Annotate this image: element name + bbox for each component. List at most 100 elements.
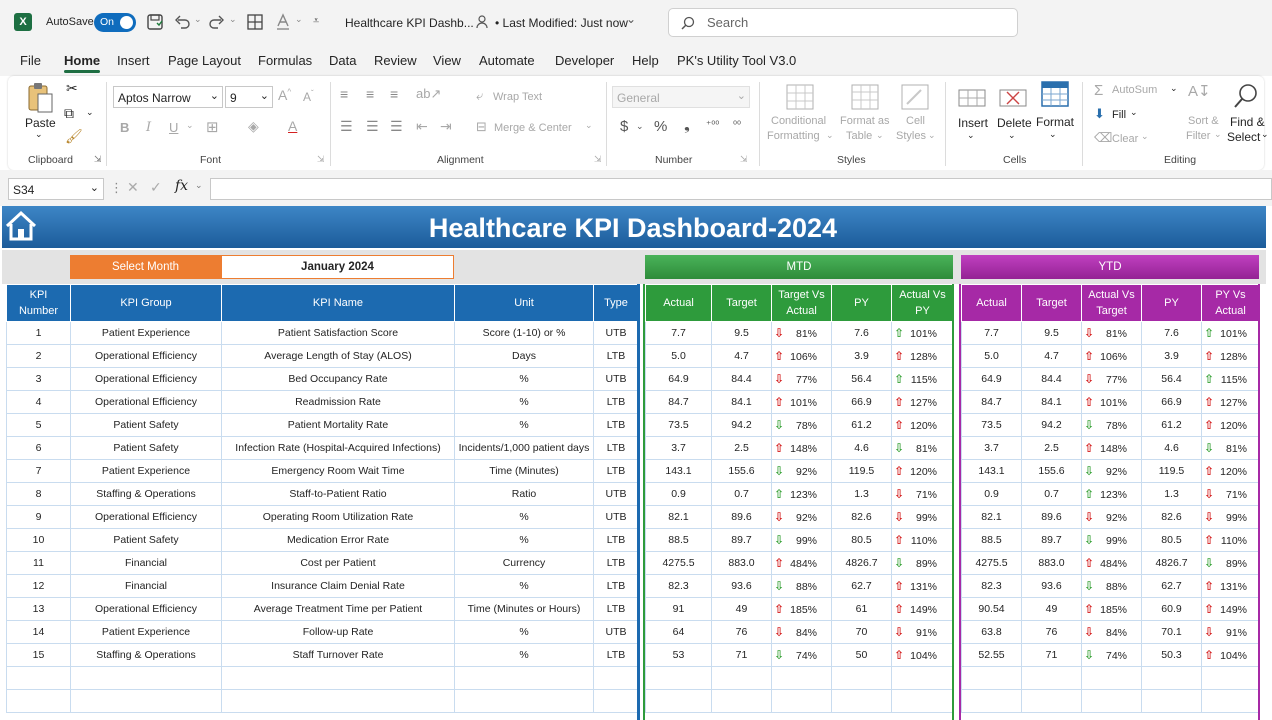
tab-home[interactable]: Home: [64, 53, 100, 68]
unit-cell[interactable]: %: [454, 620, 594, 644]
ytd-py-vs-actual-cell[interactable]: ⇧ 131%: [1201, 574, 1260, 598]
type-cell[interactable]: LTB: [593, 436, 639, 460]
delete-button[interactable]: Delete: [997, 116, 1032, 130]
conditional-formatting-icon[interactable]: [786, 84, 814, 110]
align-right-icon[interactable]: ☰: [390, 118, 403, 135]
quick-dropdown-icon[interactable]: ⌄: [295, 14, 303, 25]
mtd-actual-cell[interactable]: 4275.5: [645, 551, 712, 575]
kpi-number-cell[interactable]: 15: [6, 643, 71, 667]
format-table-dropdown-icon[interactable]: ⌄: [876, 130, 884, 141]
kpi-number-cell[interactable]: 2: [6, 344, 71, 368]
mtd-target-cell[interactable]: 93.6: [711, 574, 772, 598]
mtd-target-vs-actual-cell[interactable]: ⇩ 78%: [771, 413, 832, 437]
ytd-py-cell[interactable]: 7.6: [1141, 321, 1202, 345]
ytd-actual-cell[interactable]: 3.7: [961, 436, 1022, 460]
ytd-py-vs-actual-cell[interactable]: ⇧ 149%: [1201, 597, 1260, 621]
align-middle-icon[interactable]: ≡: [366, 86, 374, 102]
mtd-actual-cell[interactable]: 88.5: [645, 528, 712, 552]
mtd-target-vs-actual-cell[interactable]: ⇩ 77%: [771, 367, 832, 391]
mtd-target-vs-actual-cell[interactable]: ⇩ 84%: [771, 620, 832, 644]
ytd-py-cell[interactable]: 60.9: [1141, 597, 1202, 621]
mtd-py-cell[interactable]: 61.2: [831, 413, 892, 437]
unit-cell[interactable]: %: [454, 528, 594, 552]
kpi-group-cell[interactable]: Staffing & Operations: [70, 482, 222, 506]
mtd-actual-vs-py-cell[interactable]: ⇧ 110%: [891, 528, 954, 552]
percent-icon[interactable]: %: [654, 118, 667, 135]
tab-help[interactable]: Help: [632, 53, 659, 68]
cell-styles-button[interactable]: Cell: [906, 115, 925, 127]
font-size-select[interactable]: 9 ⌄: [225, 86, 273, 108]
name-box[interactable]: S34 ⌄: [8, 178, 104, 200]
format-as-table-icon[interactable]: [851, 84, 879, 110]
mtd-actual-vs-py-cell[interactable]: ⇩ 91%: [891, 620, 954, 644]
currency-dropdown-icon[interactable]: ⌄: [636, 121, 644, 132]
mtd-actual-cell[interactable]: 82.3: [645, 574, 712, 598]
tab-pk-utility[interactable]: PK's Utility Tool V3.0: [677, 53, 796, 68]
mtd-actual-cell[interactable]: 53: [645, 643, 712, 667]
kpi-number-cell[interactable]: 4: [6, 390, 71, 414]
kpi-number-cell[interactable]: 13: [6, 597, 71, 621]
fill-button[interactable]: Fill: [1112, 109, 1126, 121]
mtd-target-vs-actual-cell[interactable]: ⇧ 123%: [771, 482, 832, 506]
kpi-name-cell[interactable]: Insurance Claim Denial Rate: [221, 574, 455, 598]
mtd-target-cell[interactable]: 89.7: [711, 528, 772, 552]
ytd-py-cell[interactable]: 62.7: [1141, 574, 1202, 598]
font-color-icon[interactable]: A: [288, 118, 297, 134]
ytd-actual-vs-target-cell[interactable]: ⇩ 99%: [1081, 528, 1142, 552]
ytd-py-vs-actual-cell[interactable]: ⇩ 91%: [1201, 620, 1260, 644]
number-format-select[interactable]: General ⌄: [612, 86, 750, 108]
save-icon[interactable]: [146, 13, 164, 31]
type-cell[interactable]: LTB: [593, 413, 639, 437]
ytd-actual-cell[interactable]: 82.1: [961, 505, 1022, 529]
unit-cell[interactable]: %: [454, 367, 594, 391]
cut-icon[interactable]: ✂: [66, 80, 78, 97]
mtd-actual-cell[interactable]: 64.9: [645, 367, 712, 391]
empty-cell[interactable]: [1201, 666, 1260, 690]
sort-filter-button[interactable]: Sort &: [1188, 115, 1219, 127]
empty-cell[interactable]: [711, 666, 772, 690]
ytd-actual-cell[interactable]: 7.7: [961, 321, 1022, 345]
ytd-actual-vs-target-cell[interactable]: ⇧ 106%: [1081, 344, 1142, 368]
unit-cell[interactable]: %: [454, 413, 594, 437]
ytd-py-vs-actual-cell[interactable]: ⇩ 99%: [1201, 505, 1260, 529]
ytd-py-vs-actual-cell[interactable]: ⇧ 104%: [1201, 643, 1260, 667]
empty-cell[interactable]: [6, 666, 71, 690]
unit-cell[interactable]: %: [454, 505, 594, 529]
ytd-actual-vs-target-cell[interactable]: ⇧ 484%: [1081, 551, 1142, 575]
ytd-target-cell[interactable]: 0.7: [1021, 482, 1082, 506]
ytd-actual-cell[interactable]: 73.5: [961, 413, 1022, 437]
empty-cell[interactable]: [454, 666, 594, 690]
alignment-launcher-icon[interactable]: ⇲: [594, 154, 602, 165]
ytd-py-vs-actual-cell[interactable]: ⇧ 110%: [1201, 528, 1260, 552]
tab-insert[interactable]: Insert: [117, 53, 150, 68]
mtd-actual-vs-py-cell[interactable]: ⇧ 120%: [891, 413, 954, 437]
ytd-actual-cell[interactable]: 82.3: [961, 574, 1022, 598]
ytd-py-cell[interactable]: 1.3: [1141, 482, 1202, 506]
ytd-target-cell[interactable]: 89.6: [1021, 505, 1082, 529]
empty-cell[interactable]: [961, 689, 1022, 713]
unit-cell[interactable]: Time (Minutes): [454, 459, 594, 483]
ytd-py-cell[interactable]: 61.2: [1141, 413, 1202, 437]
customize-toolbar-icon[interactable]: ⩡: [313, 15, 319, 28]
empty-cell[interactable]: [6, 689, 71, 713]
paste-dropdown-icon[interactable]: ⌄: [35, 129, 43, 140]
bold-icon[interactable]: B: [120, 120, 129, 135]
unit-cell[interactable]: %: [454, 574, 594, 598]
type-cell[interactable]: UTB: [593, 505, 639, 529]
empty-cell[interactable]: [1021, 666, 1082, 690]
redo-dropdown-icon[interactable]: ⌄: [229, 14, 237, 25]
mtd-actual-vs-py-cell[interactable]: ⇩ 89%: [891, 551, 954, 575]
insert-cells-icon[interactable]: [958, 84, 986, 110]
empty-cell[interactable]: [891, 666, 954, 690]
ytd-actual-cell[interactable]: 64.9: [961, 367, 1022, 391]
ytd-actual-cell[interactable]: 52.55: [961, 643, 1022, 667]
mtd-actual-cell[interactable]: 73.5: [645, 413, 712, 437]
empty-cell[interactable]: [1021, 689, 1082, 713]
mtd-actual-vs-py-cell[interactable]: ⇧ 131%: [891, 574, 954, 598]
sort-filter-dropdown-icon[interactable]: ⌄: [1214, 129, 1222, 140]
kpi-name-cell[interactable]: Cost per Patient: [221, 551, 455, 575]
worksheet[interactable]: Healthcare KPI Dashboard-2024 Select Mon…: [0, 206, 1272, 720]
font-name-select[interactable]: Aptos Narrow ⌄: [113, 86, 223, 108]
empty-cell[interactable]: [221, 689, 455, 713]
kpi-group-cell[interactable]: Operational Efficiency: [70, 344, 222, 368]
